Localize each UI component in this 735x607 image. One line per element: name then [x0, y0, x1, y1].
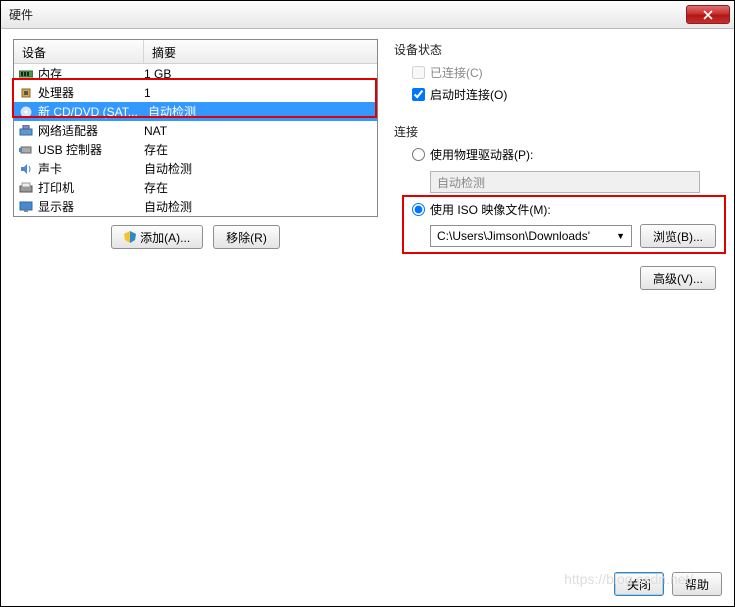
chevron-down-icon: ▼ [616, 231, 625, 241]
shield-icon [124, 231, 136, 243]
row-memory[interactable]: 内存 1 GB [14, 64, 377, 83]
col-summary[interactable]: 摘要 [144, 40, 377, 63]
content-area: 设备 摘要 内存 1 GB 处理器 1 [1, 29, 734, 562]
use-iso-radio[interactable]: 使用 ISO 映像文件(M): [412, 201, 716, 218]
dialog-footer: 关闭 帮助 [1, 562, 734, 606]
close-icon [703, 10, 713, 20]
connect-at-poweron-checkbox[interactable]: 启动时连接(O) [412, 86, 716, 103]
physical-drive-select: 自动检测 [430, 171, 700, 193]
use-physical-radio[interactable]: 使用物理驱动器(P): [412, 146, 716, 163]
help-button[interactable]: 帮助 [672, 572, 722, 596]
cpu-icon [18, 85, 34, 101]
row-sound[interactable]: 声卡 自动检测 [14, 159, 377, 178]
annotation-highlight-iso: 使用 ISO 映像文件(M): C:\Users\Jimson\Download… [412, 201, 716, 248]
iso-path-combo[interactable]: C:\Users\Jimson\Downloads' ▼ [430, 225, 632, 247]
browse-button[interactable]: 浏览(B)... [640, 224, 716, 248]
row-cpu[interactable]: 处理器 1 [14, 83, 377, 102]
list-body[interactable]: 内存 1 GB 处理器 1 新 CD/DVD (SAT... 自动检测 [14, 64, 377, 216]
window-title: 硬件 [9, 6, 686, 23]
connected-checkbox: 已连接(C) [412, 64, 716, 81]
list-header: 设备 摘要 [14, 40, 377, 64]
display-icon [18, 199, 34, 215]
network-icon [18, 123, 34, 139]
row-display[interactable]: 显示器 自动检测 [14, 197, 377, 216]
hardware-list: 设备 摘要 内存 1 GB 处理器 1 [13, 39, 378, 217]
row-cddvd[interactable]: 新 CD/DVD (SAT... 自动检测 [14, 102, 377, 121]
titlebar: 硬件 [1, 1, 734, 29]
usb-icon [18, 142, 34, 158]
close-window-button[interactable] [686, 5, 730, 24]
connection-title: 连接 [394, 121, 716, 142]
close-button[interactable]: 关闭 [614, 572, 664, 596]
advanced-button[interactable]: 高级(V)... [640, 266, 716, 290]
cd-icon [18, 104, 34, 120]
col-device[interactable]: 设备 [14, 40, 144, 63]
row-usb[interactable]: USB 控制器 存在 [14, 140, 377, 159]
settings-panel: 设备状态 已连接(C) 启动时连接(O) 连接 使用物理驱动器(P): [388, 39, 722, 552]
row-printer[interactable]: 打印机 存在 [14, 178, 377, 197]
row-network[interactable]: 网络适配器 NAT [14, 121, 377, 140]
list-buttons: 添加(A)... 移除(R) [13, 217, 378, 249]
device-status-title: 设备状态 [394, 39, 716, 60]
add-button[interactable]: 添加(A)... [111, 225, 203, 249]
memory-icon [18, 66, 34, 82]
sound-icon [18, 161, 34, 177]
remove-button[interactable]: 移除(R) [213, 225, 280, 249]
printer-icon [18, 180, 34, 196]
